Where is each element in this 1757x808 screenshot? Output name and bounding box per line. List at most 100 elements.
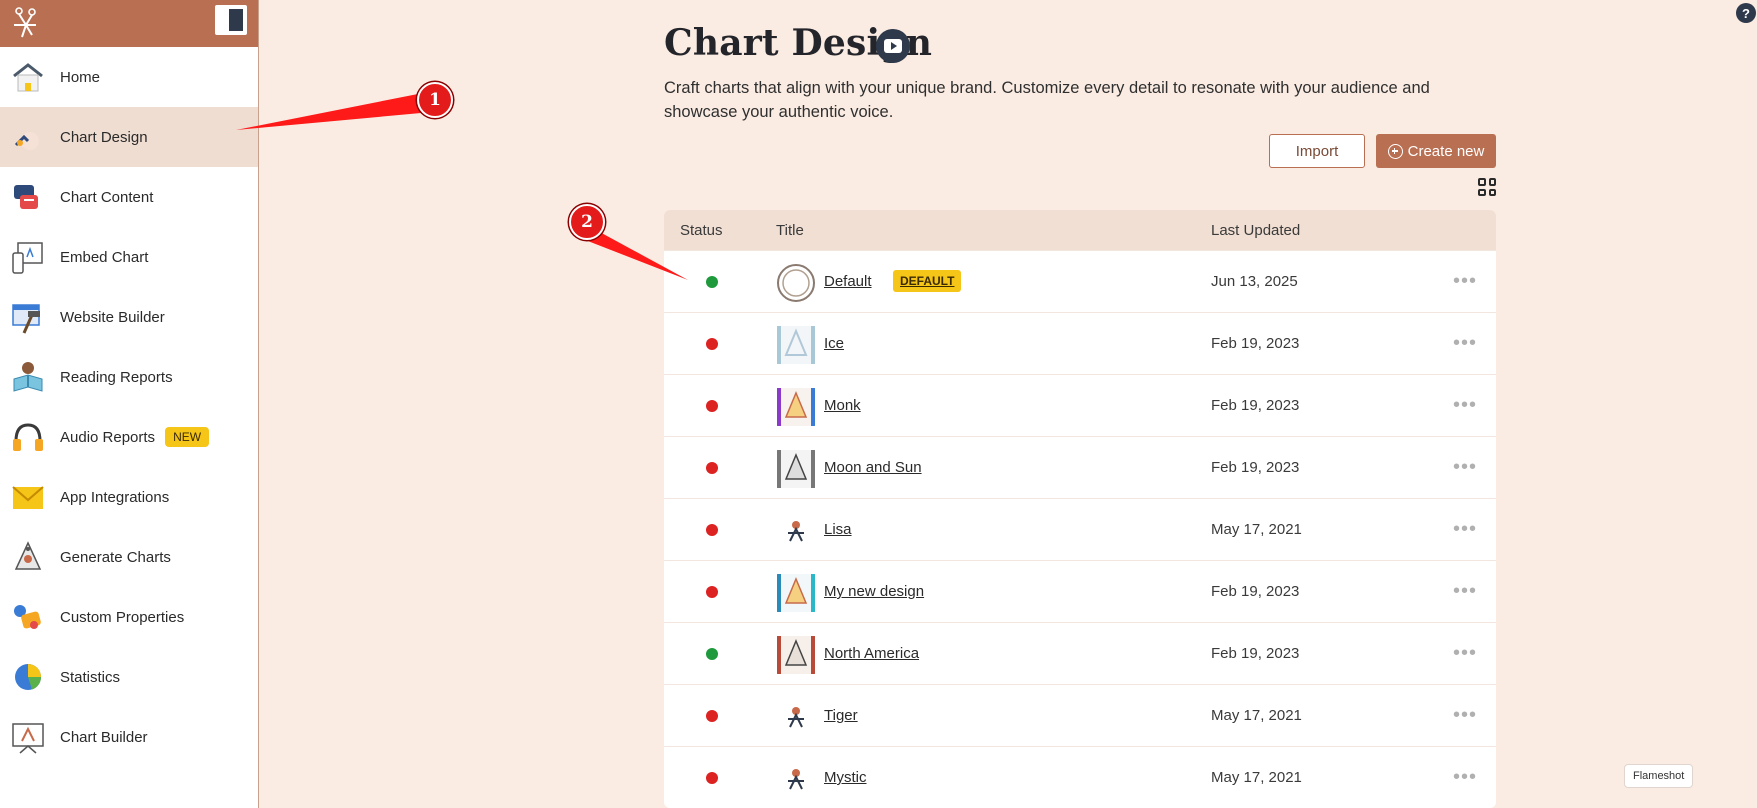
sidebar-item-label: Statistics bbox=[60, 668, 121, 686]
more-options-icon[interactable]: ••• bbox=[1453, 395, 1477, 415]
column-header-title[interactable]: Title bbox=[776, 222, 804, 239]
sidebar-item-app-integrations[interactable]: App Integrations bbox=[0, 467, 258, 527]
sidebar-item-label: Chart Design bbox=[60, 128, 148, 146]
status-inactive-dot bbox=[706, 400, 718, 412]
home-icon bbox=[10, 59, 46, 95]
more-options-icon[interactable]: ••• bbox=[1453, 333, 1477, 353]
reading-reports-icon bbox=[10, 359, 46, 395]
design-thumbnail[interactable] bbox=[776, 449, 816, 489]
status-inactive-dot bbox=[706, 338, 718, 350]
last-updated-date: Feb 19, 2023 bbox=[1211, 645, 1300, 662]
design-title-link[interactable]: Moon and Sun bbox=[824, 459, 922, 476]
sidebar-item-label: Website Builder bbox=[60, 308, 165, 326]
status-inactive-dot bbox=[706, 524, 718, 536]
sidebar-item-label: Chart Content bbox=[60, 188, 154, 206]
table-row[interactable]: Tiger May 17, 2021 ••• bbox=[664, 684, 1496, 746]
chart-builder-icon bbox=[10, 719, 46, 755]
import-button[interactable]: Import bbox=[1269, 134, 1365, 168]
more-options-icon[interactable]: ••• bbox=[1453, 271, 1477, 291]
table-row[interactable]: Monk Feb 19, 2023 ••• bbox=[664, 374, 1496, 436]
design-title-link[interactable]: Ice bbox=[824, 335, 844, 352]
sidebar-item-label: Chart Builder bbox=[60, 728, 148, 746]
sidebar-item-label: Audio Reports bbox=[60, 428, 156, 446]
table-row[interactable]: Ice Feb 19, 2023 ••• bbox=[664, 312, 1496, 374]
help-icon[interactable]: ? bbox=[1736, 3, 1756, 23]
table-row[interactable]: Default DEFAULT Jun 13, 2025 ••• bbox=[664, 250, 1496, 312]
table-row[interactable]: My new design Feb 19, 2023 ••• bbox=[664, 560, 1496, 622]
design-thumbnail[interactable] bbox=[776, 387, 816, 427]
sidebar-item-home[interactable]: Home bbox=[0, 47, 258, 107]
status-active-dot bbox=[706, 648, 718, 660]
last-updated-date: Jun 13, 2025 bbox=[1211, 273, 1298, 290]
last-updated-date: Feb 19, 2023 bbox=[1211, 335, 1300, 352]
plus-circle-icon bbox=[1387, 143, 1403, 159]
generate-charts-icon bbox=[10, 539, 46, 575]
more-options-icon[interactable]: ••• bbox=[1453, 457, 1477, 477]
design-title-link[interactable]: Mystic bbox=[824, 769, 867, 786]
sidebar-item-embed-chart[interactable]: Embed Chart bbox=[0, 227, 258, 287]
design-title-link[interactable]: North America bbox=[824, 645, 919, 662]
column-header-status[interactable]: Status bbox=[680, 222, 723, 239]
sidebar-item-reading-reports[interactable]: Reading Reports bbox=[0, 347, 258, 407]
sidebar-item-chart-builder[interactable]: Chart Builder bbox=[0, 707, 258, 767]
table-row[interactable]: Moon and Sun Feb 19, 2023 ••• bbox=[664, 436, 1496, 498]
table-header: Status Title Last Updated bbox=[664, 210, 1496, 250]
sidebar-item-custom-properties[interactable]: Custom Properties bbox=[0, 587, 258, 647]
status-inactive-dot bbox=[706, 710, 718, 722]
create-new-label: Create new bbox=[1407, 142, 1485, 160]
design-thumbnail[interactable] bbox=[776, 263, 816, 303]
embed-chart-icon bbox=[10, 239, 46, 275]
design-thumbnail[interactable] bbox=[776, 511, 816, 551]
sidebar-item-audio-reports[interactable]: Audio Reports NEW bbox=[0, 407, 258, 467]
column-header-last-updated[interactable]: Last Updated bbox=[1211, 222, 1300, 239]
flameshot-label: Flameshot bbox=[1624, 764, 1694, 788]
sidebar: Home Chart Design Chart Content Embed Ch… bbox=[0, 0, 259, 808]
sidebar-item-label: Home bbox=[60, 68, 101, 86]
design-title-link[interactable]: Tiger bbox=[824, 707, 858, 724]
annotation-arrow-1 bbox=[236, 92, 432, 130]
design-title-link[interactable]: My new design bbox=[824, 583, 924, 600]
last-updated-date: May 17, 2021 bbox=[1211, 707, 1302, 724]
sidebar-toggle-button[interactable] bbox=[215, 5, 247, 35]
more-options-icon[interactable]: ••• bbox=[1453, 705, 1477, 725]
new-badge: NEW bbox=[165, 427, 210, 447]
design-thumbnail[interactable] bbox=[776, 573, 816, 613]
designs-table: Status Title Last Updated Default DEFAUL… bbox=[664, 210, 1496, 808]
status-inactive-dot bbox=[706, 586, 718, 598]
more-options-icon[interactable]: ••• bbox=[1453, 519, 1477, 539]
page-description: Craft charts that align with your unique… bbox=[664, 79, 1430, 121]
sidebar-item-chart-content[interactable]: Chart Content bbox=[0, 167, 258, 227]
design-thumbnail[interactable] bbox=[776, 697, 816, 737]
app-logo[interactable] bbox=[10, 5, 40, 41]
video-tutorial-icon[interactable] bbox=[876, 29, 910, 63]
design-thumbnail[interactable] bbox=[776, 325, 816, 365]
sidebar-item-generate-charts[interactable]: Generate Charts bbox=[0, 527, 258, 587]
annotation-marker-1: 1 bbox=[417, 82, 453, 118]
chart-content-icon bbox=[10, 179, 46, 215]
pie-chart-icon bbox=[10, 659, 46, 695]
create-new-button[interactable]: Create new bbox=[1376, 134, 1496, 168]
grid-view-icon[interactable] bbox=[1478, 178, 1496, 196]
sidebar-item-label: Custom Properties bbox=[60, 608, 185, 626]
chart-design-icon bbox=[10, 119, 46, 155]
design-title-link[interactable]: Lisa bbox=[824, 521, 852, 538]
last-updated-date: May 17, 2021 bbox=[1211, 521, 1302, 538]
design-thumbnail[interactable] bbox=[776, 759, 816, 799]
sidebar-item-label: App Integrations bbox=[60, 488, 170, 506]
design-title-link[interactable]: Default bbox=[824, 273, 872, 290]
more-options-icon[interactable]: ••• bbox=[1453, 767, 1477, 787]
sidebar-item-website-builder[interactable]: Website Builder bbox=[0, 287, 258, 347]
sidebar-item-label: Embed Chart bbox=[60, 248, 149, 266]
more-options-icon[interactable]: ••• bbox=[1453, 643, 1477, 663]
last-updated-date: Feb 19, 2023 bbox=[1211, 583, 1300, 600]
design-title-link[interactable]: Monk bbox=[824, 397, 861, 414]
table-row[interactable]: Mystic May 17, 2021 ••• bbox=[664, 746, 1496, 808]
envelope-icon bbox=[10, 479, 46, 515]
more-options-icon[interactable]: ••• bbox=[1453, 581, 1477, 601]
table-row[interactable]: North America Feb 19, 2023 ••• bbox=[664, 622, 1496, 684]
sidebar-item-chart-design[interactable]: Chart Design bbox=[0, 107, 258, 167]
sidebar-item-statistics[interactable]: Statistics bbox=[0, 647, 258, 707]
design-thumbnail[interactable] bbox=[776, 635, 816, 675]
table-row[interactable]: Lisa May 17, 2021 ••• bbox=[664, 498, 1496, 560]
last-updated-date: Feb 19, 2023 bbox=[1211, 397, 1300, 414]
